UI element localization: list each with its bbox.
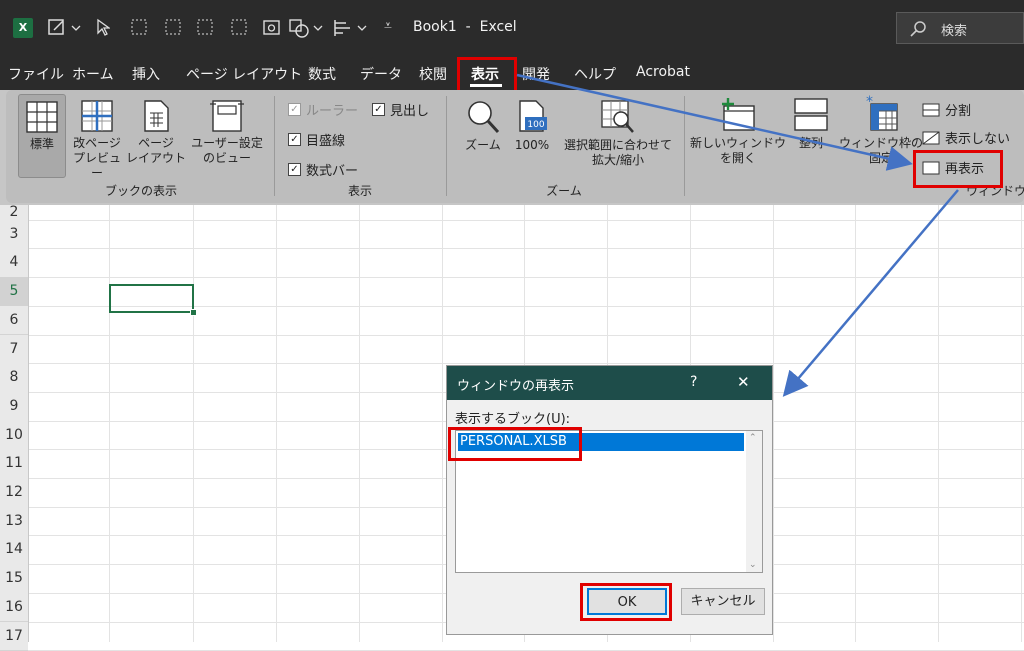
cancel-button[interactable]: キャンセル [681,588,765,615]
scroll-down-icon[interactable]: ⌄ [749,560,757,570]
arrow-to-unhide [517,75,908,163]
dialog-title: ウィンドウの再表示 [457,375,574,394]
highlight-ok-button [580,583,672,621]
close-icon[interactable]: ✕ [737,373,750,391]
list-label: 表示するブック(U): [455,408,570,427]
list-scrollbar[interactable]: ⌃ ⌄ [746,431,762,572]
dialog-title-bar: ウィンドウの再表示 ? ✕ [447,366,772,400]
help-button[interactable]: ? [690,374,697,390]
arrow-to-dialog [786,190,958,393]
scroll-up-icon[interactable]: ⌃ [749,433,757,443]
highlight-list-item [448,427,582,461]
